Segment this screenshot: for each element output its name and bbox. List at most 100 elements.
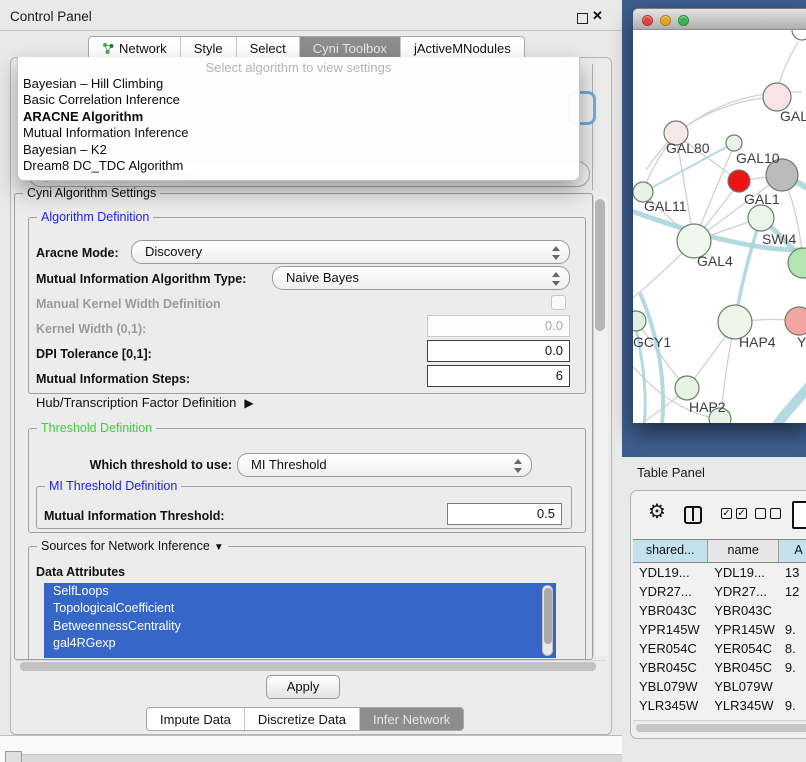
table-row[interactable]: YDR27...YDR27...12: [633, 582, 806, 601]
table-row[interactable]: YER054CYER054C8.: [633, 639, 806, 658]
table-row[interactable]: YLR345WYLR345W9.: [633, 696, 806, 715]
algorithm-popup-placeholder: Select algorithm to view settings: [18, 57, 579, 76]
column-layout-icon[interactable]: [684, 506, 702, 524]
list-scrollbar[interactable]: [542, 585, 553, 656]
tab-infer-network[interactable]: Infer Network: [360, 708, 463, 730]
settings-horizontal-scrollbar-thumb[interactable]: [20, 662, 596, 671]
hub-definition-expander[interactable]: Hub/Transcription Factor Definition▶: [36, 395, 254, 410]
tab-label: jActiveMNodules: [414, 41, 511, 56]
algorithm-option-bayesian-hill-climbing[interactable]: Bayesian – Hill Climbing: [18, 76, 579, 92]
column-header-a[interactable]: A: [779, 540, 806, 562]
network-canvas[interactable]: GALGAL80GAL10GAL11GAL1SWI4GAL4GCY1HAP4YH…: [633, 30, 806, 423]
column-header-name[interactable]: name: [708, 540, 779, 562]
manual-kernel-label: Manual Kernel Width Definition: [36, 297, 221, 311]
tab-label: Cyni Toolbox: [313, 41, 387, 56]
tab-style[interactable]: Style: [181, 37, 237, 59]
aracne-mode-combobox[interactable]: Discovery: [131, 240, 570, 264]
network-edge: [676, 97, 777, 133]
algorithm-option-basic-correlation-inference[interactable]: Basic Correlation Inference: [18, 92, 579, 108]
algorithm-dropdown-popup: Select algorithm to view settings Bayesi…: [17, 57, 580, 181]
manual-kernel-checkbox[interactable]: [551, 295, 566, 310]
tab-network[interactable]: Network: [89, 37, 181, 59]
data-attributes-list: SelfLoopsTopologicalCoefficientBetweenne…: [44, 583, 556, 658]
network-node[interactable]: [763, 83, 791, 111]
table-cell: YBL079W: [633, 677, 708, 696]
table-cell: [779, 601, 806, 620]
hub-definition-label: Hub/Transcription Factor Definition: [36, 395, 236, 410]
algorithm-option-dream8-dc-tdc-algorithm[interactable]: Dream8 DC_TDC Algorithm: [18, 158, 579, 174]
network-node[interactable]: [788, 248, 806, 278]
network-node-label: GAL80: [666, 140, 710, 156]
network-window-titlebar[interactable]: [633, 8, 806, 30]
network-node[interactable]: [785, 307, 806, 335]
minimized-panel-icon[interactable]: [5, 751, 22, 762]
table-row[interactable]: YBL079WYBL079W: [633, 677, 806, 696]
network-edge-highlighted: [640, 293, 663, 423]
network-node-label: GAL11: [644, 198, 687, 214]
network-node[interactable]: [633, 311, 646, 331]
spinner-arrows-icon: [551, 246, 559, 260]
mi-threshold-field[interactable]: 0.5: [447, 503, 562, 525]
spinner-arrows-icon: [551, 272, 559, 286]
list-scrollbar-thumb[interactable]: [544, 588, 552, 644]
zoom-traffic-light[interactable]: [678, 15, 689, 26]
dpi-tolerance-field[interactable]: 0.0: [427, 340, 570, 362]
attribute-item-betweennesscentrality[interactable]: BetweennessCentrality: [44, 618, 556, 635]
table-row[interactable]: YBR043CYBR043C: [633, 601, 806, 620]
aracne-mode-value: Discovery: [145, 244, 202, 259]
network-node[interactable]: [726, 135, 742, 151]
algorithm-option-mutual-information-inference[interactable]: Mutual Information Inference: [18, 125, 579, 141]
network-node-label: SWI4: [762, 231, 796, 247]
table-horizontal-scrollbar-thumb[interactable]: [636, 724, 806, 732]
kernel-width-label: Kernel Width (0,1):: [36, 322, 146, 336]
tab-impute-data[interactable]: Impute Data: [147, 708, 245, 730]
unselect-columns-icon-2[interactable]: [770, 508, 781, 519]
tab-discretize-data[interactable]: Discretize Data: [245, 708, 360, 730]
tab-jactivemnodules[interactable]: jActiveMNodules: [401, 37, 524, 59]
network-node-label: GAL1: [744, 191, 780, 207]
column-header-shared-[interactable]: shared...: [633, 540, 708, 562]
mi-type-combobox[interactable]: Naive Bayes: [272, 266, 570, 290]
which-threshold-combobox[interactable]: MI Threshold: [237, 453, 532, 477]
spinner-arrows-icon: [513, 459, 521, 473]
table-row[interactable]: YDL19...YDL19...13: [633, 563, 806, 582]
network-node[interactable]: [792, 30, 806, 40]
table-row[interactable]: YBR045CYBR045C9.: [633, 658, 806, 677]
network-node-label: GAL: [780, 108, 806, 124]
table-cell: YDR27...: [708, 582, 779, 601]
attribute-item-selfloops[interactable]: SelfLoops: [44, 583, 556, 600]
mi-steps-field[interactable]: 6: [427, 365, 570, 387]
table-cell: YDR27...: [633, 582, 708, 601]
algorithm-option-aracne-algorithm[interactable]: ARACNE Algorithm: [18, 109, 579, 125]
new-table-icon[interactable]: [792, 501, 806, 529]
settings-vertical-scrollbar-thumb[interactable]: [595, 199, 605, 331]
table-header: shared...nameA: [633, 539, 806, 563]
select-all-columns-icon-2[interactable]: ✓: [736, 508, 747, 519]
algorithm-definition-title: Algorithm Definition: [37, 210, 153, 224]
float-window-icon[interactable]: [577, 13, 588, 24]
unselect-columns-icon[interactable]: [755, 508, 766, 519]
select-all-columns-icon[interactable]: ✓: [721, 508, 732, 519]
apply-button[interactable]: Apply: [266, 675, 340, 699]
network-node[interactable]: [675, 376, 699, 400]
minimize-traffic-light[interactable]: [660, 15, 671, 26]
tab-cyni-toolbox[interactable]: Cyni Toolbox: [300, 37, 401, 59]
tab-select[interactable]: Select: [237, 37, 300, 59]
close-icon[interactable]: ✕: [592, 8, 603, 24]
network-node[interactable]: [728, 170, 750, 192]
table-settings-gear-icon[interactable]: ⚙: [648, 502, 666, 522]
network-node[interactable]: [748, 205, 774, 231]
collapse-down-icon[interactable]: ▼: [214, 542, 224, 553]
table-row[interactable]: YPR145WYPR145W9.: [633, 620, 806, 639]
mi-type-value: Naive Bayes: [286, 270, 359, 285]
attribute-item-gal4rgexp[interactable]: gal4RGexp: [44, 635, 556, 652]
table-horizontal-scrollbar[interactable]: [633, 720, 806, 734]
mi-threshold-label: Mutual Information Threshold:: [44, 509, 225, 523]
algorithm-option-bayesian-k2[interactable]: Bayesian – K2: [18, 142, 579, 158]
table-cell: 9.: [779, 620, 806, 639]
node-table: shared...nameA YDL19...YDL19...13YDR27..…: [633, 539, 806, 732]
close-traffic-light[interactable]: [642, 15, 653, 26]
tab-label: Network: [119, 41, 167, 56]
table-cell: YBR045C: [708, 658, 779, 677]
attribute-item-topologicalcoefficient[interactable]: TopologicalCoefficient: [44, 600, 556, 617]
